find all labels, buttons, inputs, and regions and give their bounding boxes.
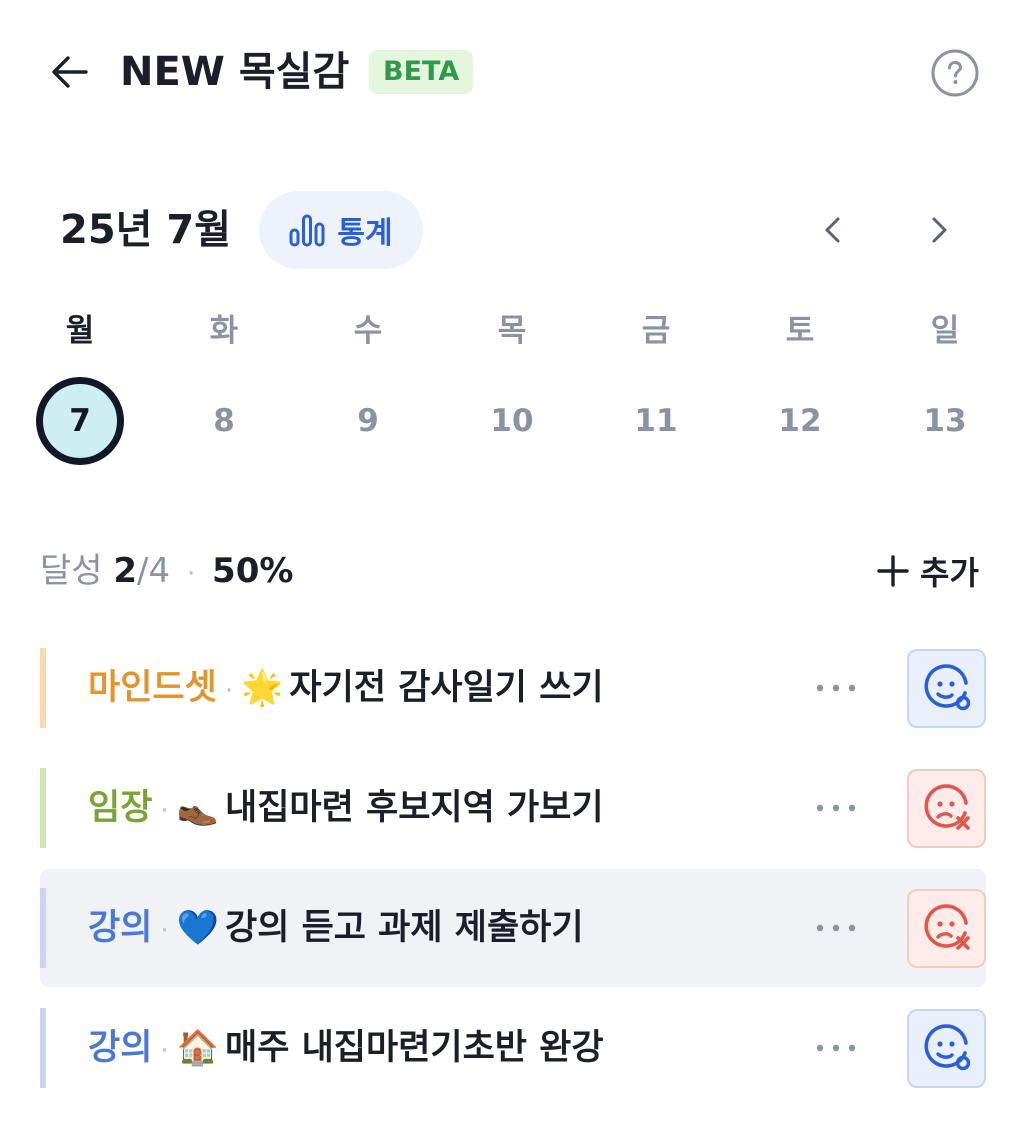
more-options-button[interactable] (810, 664, 862, 712)
task-text: 강의 · 🏠 매주 내집마련기초반 완강 (88, 994, 604, 1102)
task-emoji: 💙 (176, 908, 220, 948)
day-column-wed: 수 9 (318, 305, 418, 439)
beta-badge: BETA (369, 50, 474, 94)
more-options-button[interactable] (810, 904, 862, 952)
weekday-label: 토 (785, 313, 815, 349)
month-row: 25년 7월 통계 (0, 190, 1026, 270)
back-button[interactable] (44, 46, 96, 98)
more-horizontal-icon (816, 684, 856, 692)
more-options-button[interactable] (810, 1024, 862, 1072)
task-category: 임장 (88, 788, 153, 828)
task-name: 강의 듣고 과제 제출하기 (225, 908, 584, 948)
weekday-label: 수 (353, 313, 383, 349)
task-name: 자기전 감사일기 쓰기 (289, 668, 604, 708)
status-done-button[interactable] (907, 1009, 986, 1088)
separator-dot: · (186, 559, 196, 589)
smile-check-icon (923, 663, 970, 710)
plus-icon (877, 555, 909, 587)
add-label: 추가 (920, 554, 979, 592)
day-column-sun: 일 13 (895, 305, 995, 439)
help-button[interactable] (930, 48, 980, 98)
question-circle-icon (931, 49, 979, 97)
task-text: 마인드셋 · 🌟 자기전 감사일기 쓰기 (88, 634, 604, 742)
sad-face-x-icon (923, 783, 970, 830)
chevron-left-icon (825, 217, 840, 243)
weekday-label: 금 (641, 313, 671, 349)
task-name: 매주 내집마련기초반 완강 (225, 1028, 604, 1068)
status-fail-button[interactable] (907, 769, 986, 848)
prev-month-button[interactable] (810, 206, 858, 254)
more-horizontal-icon (816, 804, 856, 812)
category-color-bar (40, 768, 46, 848)
task-name: 내집마련 후보지역 가보기 (225, 788, 604, 828)
achievement-total: /4 (137, 551, 171, 591)
separator-dot: · (160, 916, 169, 946)
day-column-fri: 금 11 (606, 305, 706, 439)
habit-tracker-screen: NEW 목실감 BETA 25년 7월 통계 월 7 화 8 수 9 목 10 … (0, 0, 1026, 1136)
task-text: 강의 · 💙 강의 듣고 과제 제출하기 (88, 869, 584, 987)
stats-label: 통계 (337, 216, 393, 251)
achievement-summary: 달성 2/4 · 50% (40, 545, 293, 597)
category-color-bar (40, 888, 46, 968)
day-column-thu: 목 10 (462, 305, 562, 439)
category-color-bar (40, 648, 46, 728)
task-category: 강의 (88, 1028, 153, 1068)
smile-check-icon (923, 1023, 970, 1070)
chevron-right-icon (932, 217, 947, 243)
task-row[interactable]: 임장 · 👞 내집마련 후보지역 가보기 (40, 754, 986, 862)
day-column-tue: 화 8 (174, 305, 274, 439)
weekday-label: 월 (65, 313, 95, 349)
bar-chart-icon (289, 214, 325, 247)
more-horizontal-icon (816, 1044, 856, 1052)
weekday-label: 화 (209, 313, 239, 349)
achievement-done-count: 2 (113, 551, 138, 591)
more-options-button[interactable] (810, 784, 862, 832)
task-text: 임장 · 👞 내집마련 후보지역 가보기 (88, 754, 604, 862)
weekday-label: 일 (930, 313, 960, 349)
task-category: 강의 (88, 908, 153, 948)
day-number[interactable]: 11 (612, 377, 700, 465)
day-number[interactable]: 9 (324, 377, 412, 465)
weekday-label: 목 (497, 313, 527, 349)
app-header: NEW 목실감 BETA (0, 40, 1026, 104)
task-emoji: 👞 (176, 788, 220, 828)
day-number[interactable]: 12 (756, 377, 844, 465)
day-number[interactable]: 13 (901, 377, 989, 465)
task-row[interactable]: 마인드셋 · 🌟 자기전 감사일기 쓰기 (40, 634, 986, 742)
status-fail-button[interactable] (907, 889, 986, 968)
day-number[interactable]: 10 (468, 377, 556, 465)
separator-dot: · (160, 1036, 169, 1066)
separator-dot: · (160, 796, 169, 826)
task-category: 마인드셋 (88, 668, 217, 708)
month-label: 25년 7월 (60, 207, 232, 253)
task-emoji: 🌟 (241, 668, 284, 708)
day-number[interactable]: 8 (180, 377, 268, 465)
more-horizontal-icon (816, 924, 856, 932)
task-row[interactable]: 강의 · 🏠 매주 내집마련기초반 완강 (40, 994, 986, 1102)
status-done-button[interactable] (907, 649, 986, 728)
day-column-sat: 토 12 (750, 305, 850, 439)
separator-dot: · (224, 676, 234, 706)
next-month-button[interactable] (914, 206, 962, 254)
achievement-label: 달성 (40, 551, 103, 591)
achievement-percent: 50% (212, 551, 294, 591)
page-title: NEW 목실감 (120, 49, 350, 95)
task-emoji: 🏠 (176, 1028, 220, 1068)
task-row-highlighted[interactable]: 강의 · 💙 강의 듣고 과제 제출하기 (40, 869, 986, 987)
stats-button[interactable]: 통계 (259, 191, 423, 269)
category-color-bar (40, 1008, 46, 1088)
add-task-button[interactable]: 추가 (876, 545, 979, 597)
day-column-mon: 월 7 (30, 305, 130, 465)
sad-face-x-icon (923, 903, 970, 950)
day-number-selected[interactable]: 7 (36, 377, 124, 465)
arrow-left-icon (52, 56, 88, 88)
